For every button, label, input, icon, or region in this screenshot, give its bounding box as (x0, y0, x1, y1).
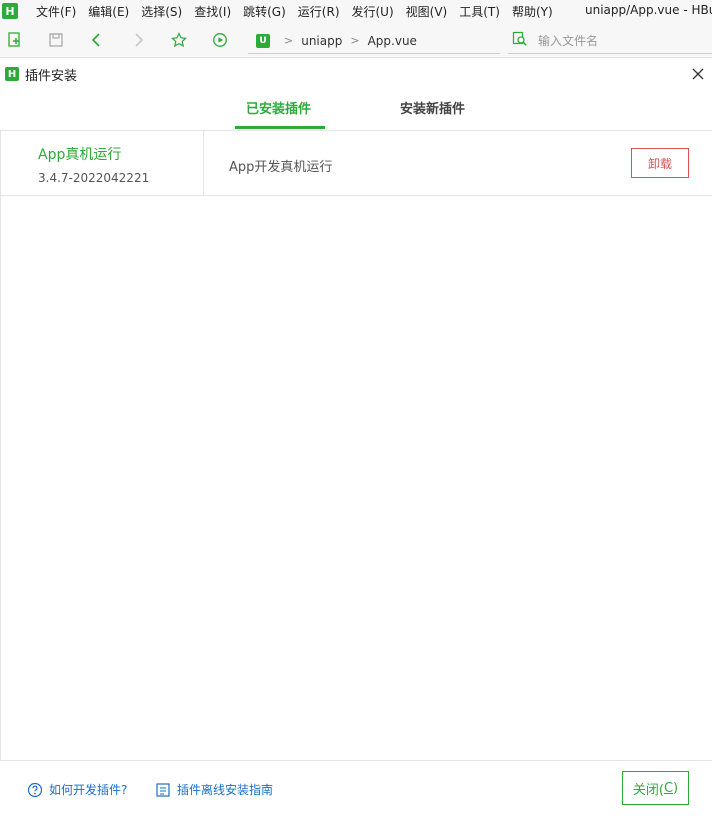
active-tab-indicator (235, 126, 325, 129)
help-link-label: 如何开发插件? (49, 783, 128, 797)
close-button-suffix: ) (673, 780, 679, 796)
star-icon[interactable] (169, 30, 189, 50)
plugin-description: App开发真机运行 (229, 160, 333, 175)
menu-view[interactable]: 视图(V) (400, 3, 454, 20)
uniapp-project-icon: U (256, 33, 270, 48)
dialog-title: 插件安装 (25, 68, 78, 84)
menu-select[interactable]: 选择(S) (135, 3, 188, 20)
save-icon[interactable] (46, 30, 66, 50)
chevron-right-icon: > (284, 34, 294, 47)
plugin-name: App真机运行 (38, 147, 122, 163)
forward-icon[interactable] (128, 30, 148, 50)
help-circle-icon (27, 782, 43, 798)
menu-help[interactable]: 帮助(Y) (506, 3, 559, 20)
tab-install-new-plugins[interactable]: 安装新插件 (400, 98, 465, 117)
how-to-develop-plugin-link[interactable]: 如何开发插件? (27, 781, 127, 798)
tab-installed-plugins[interactable]: 已安装插件 (246, 98, 311, 117)
offline-guide-label: 插件离线安装指南 (177, 783, 274, 797)
window-title: uniapp/App.vue - HBu (585, 3, 712, 17)
hbuilder-logo-icon: H (2, 3, 18, 19)
close-button-label: 关闭( (632, 782, 664, 798)
back-icon[interactable] (87, 30, 107, 50)
hbuilder-logo-icon: H (5, 67, 19, 81)
menu-run[interactable]: 运行(R) (292, 3, 346, 20)
menu-publish[interactable]: 发行(U) (346, 3, 400, 20)
plugin-install-dialog: H 插件安装 已安装插件 安装新插件 App真机运行 3.4.7-2022042… (0, 62, 712, 820)
file-search-input[interactable] (538, 33, 688, 48)
new-file-icon[interactable] (5, 30, 25, 50)
tab-bar: 已安装插件 安装新插件 (0, 86, 712, 130)
run-icon[interactable] (210, 30, 230, 50)
menu-file[interactable]: 文件(F) (30, 3, 82, 20)
breadcrumb-project[interactable]: uniapp (301, 34, 342, 48)
plugin-list: App真机运行 3.4.7-2022042221 App开发真机运行 卸载 (0, 130, 712, 761)
plugin-version: 3.4.7-2022042221 (38, 171, 150, 185)
breadcrumb: U > uniapp > App.vue (248, 28, 500, 54)
close-button-mnemonic: C (663, 780, 674, 796)
uninstall-button[interactable]: 卸载 (631, 148, 689, 178)
offline-install-guide-link[interactable]: 插件离线安装指南 (155, 781, 273, 798)
chevron-right-icon: > (350, 34, 360, 47)
close-icon[interactable] (690, 66, 706, 82)
menu-tools[interactable]: 工具(T) (453, 3, 506, 20)
search-icon (512, 31, 528, 50)
menu-find[interactable]: 查找(I) (188, 3, 237, 20)
menu-goto[interactable]: 跳转(G) (237, 3, 292, 20)
breadcrumb-file[interactable]: App.vue (368, 34, 417, 48)
toolbar: U > uniapp > App.vue (0, 22, 712, 58)
plugin-info: App真机运行 3.4.7-2022042221 (1, 131, 204, 195)
file-search (508, 28, 712, 54)
list-item: App真机运行 3.4.7-2022042221 App开发真机运行 卸载 (1, 131, 712, 196)
close-button[interactable]: 关闭(C) (622, 771, 689, 805)
menu-edit[interactable]: 编辑(E) (82, 3, 135, 20)
dialog-titlebar: H 插件安装 (0, 62, 712, 86)
dialog-footer: 如何开发插件? 插件离线安装指南 关闭(C) (0, 761, 712, 820)
document-icon (155, 782, 171, 798)
